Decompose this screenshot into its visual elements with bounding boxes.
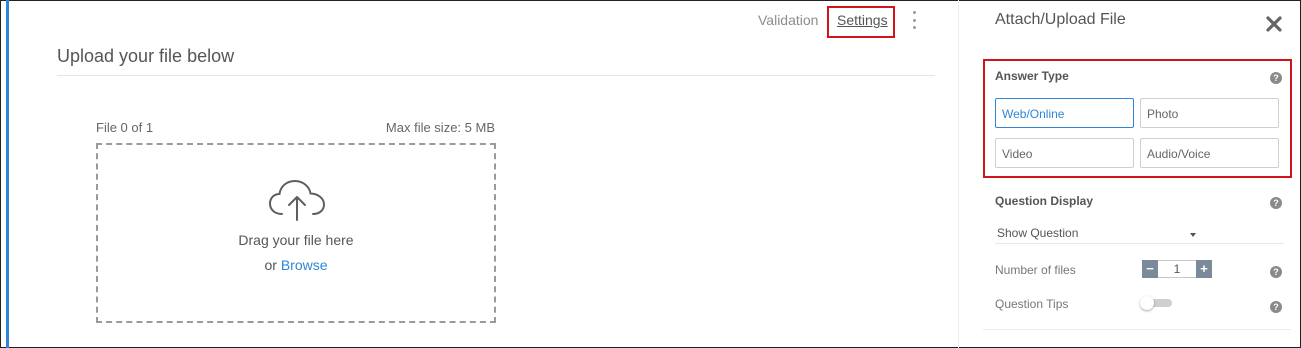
close-icon[interactable] [1266, 16, 1282, 32]
panel-title: Attach/Upload File [995, 11, 1126, 28]
answer-option-photo[interactable]: Photo [1140, 98, 1279, 128]
question-display-help-icon[interactable]: ? [1270, 197, 1282, 209]
left-accent-bar [6, 0, 9, 348]
number-of-files-stepper[interactable]: − 1 + [1142, 260, 1212, 278]
panel-divider [958, 0, 959, 348]
question-display-select[interactable]: Show Question [997, 226, 1078, 240]
more-options-icon[interactable] [911, 11, 917, 29]
or-text: or [264, 257, 277, 273]
decrement-button[interactable]: − [1142, 260, 1158, 278]
file-count: File 0 of 1 [96, 120, 154, 135]
browse-link[interactable]: Browse [281, 257, 328, 273]
answer-option-video[interactable]: Video [995, 138, 1134, 168]
drag-instruction: Drag your file here [238, 232, 354, 248]
browse-line: or Browse [96, 257, 496, 273]
cloud-upload-icon [268, 179, 326, 221]
answer-type-label: Answer Type [995, 69, 1069, 83]
number-of-files-help-icon[interactable]: ? [1270, 266, 1282, 278]
question-tips-toggle-knob[interactable] [1140, 296, 1154, 310]
title-divider [57, 75, 935, 76]
max-file-size: Max file size: 5 MB [385, 120, 495, 135]
answer-type-help-icon[interactable]: ? [1270, 72, 1282, 84]
tab-validation[interactable]: Validation [758, 12, 818, 28]
question-tips-help-icon[interactable]: ? [1270, 301, 1282, 313]
number-of-files-value[interactable]: 1 [1158, 260, 1196, 278]
tab-settings[interactable]: Settings [837, 12, 888, 28]
panel-bottom-divider [983, 329, 1291, 330]
number-of-files-label: Number of files [995, 263, 1076, 277]
question-display-underline [995, 243, 1284, 244]
increment-button[interactable]: + [1196, 260, 1212, 278]
chevron-down-icon[interactable] [1190, 233, 1196, 237]
question-tips-label: Question Tips [995, 297, 1069, 311]
answer-option-web-online[interactable]: Web/Online [995, 98, 1134, 128]
page-title: Upload your file below [57, 46, 235, 66]
question-display-label: Question Display [995, 194, 1094, 208]
answer-option-audio-voice[interactable]: Audio/Voice [1140, 138, 1279, 168]
